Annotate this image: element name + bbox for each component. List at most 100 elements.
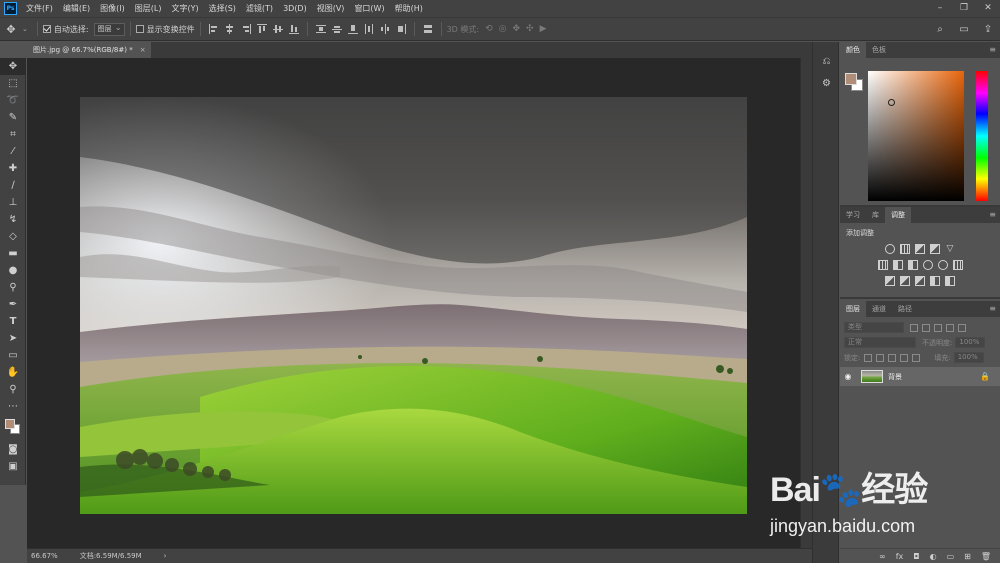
layer-filter-select[interactable]: 类型: [844, 322, 904, 333]
zoom-tool-icon[interactable]: ⚲: [0, 381, 26, 398]
chevron-down-icon[interactable]: ⌄: [22, 25, 28, 33]
move-tool-icon[interactable]: ✥: [0, 58, 26, 75]
align-hcenter-icon[interactable]: [225, 24, 235, 34]
move-tool-preset-icon[interactable]: ✥: [0, 23, 22, 36]
trash-icon[interactable]: 🗑: [981, 552, 991, 561]
menu-type[interactable]: 文字(Y): [166, 3, 203, 14]
menu-image[interactable]: 图像(I): [95, 3, 130, 14]
filter-type-icon[interactable]: [934, 323, 942, 332]
history-panel-icon[interactable]: ⎌: [813, 50, 840, 72]
menu-window[interactable]: 窗口(W): [349, 3, 389, 14]
align-right-icon[interactable]: [241, 24, 251, 34]
menu-help[interactable]: 帮助(H): [390, 3, 428, 14]
filter-shape-icon[interactable]: [946, 323, 954, 332]
menu-filter[interactable]: 滤镜(T): [241, 3, 278, 14]
invert-icon[interactable]: [885, 276, 895, 286]
close-tab-icon[interactable]: ×: [140, 46, 146, 54]
lock-position-icon[interactable]: [888, 353, 897, 362]
posterize-icon[interactable]: [900, 276, 910, 286]
fill-input[interactable]: 100%: [953, 352, 984, 363]
rectangle-tool-icon[interactable]: ▭: [0, 347, 26, 364]
tab-libraries[interactable]: 库: [866, 207, 885, 223]
auto-select-target-select[interactable]: 图层: [93, 22, 125, 36]
quick-mask-icon[interactable]: ◙: [0, 441, 26, 458]
distribute-top-icon[interactable]: [315, 24, 326, 34]
workspace-icon[interactable]: ▭: [952, 24, 976, 35]
add-mask-icon[interactable]: ◘: [913, 552, 919, 561]
opacity-input[interactable]: 100%: [955, 337, 986, 348]
color-lookup-icon[interactable]: [952, 260, 963, 270]
photo-filter-icon[interactable]: [922, 260, 933, 270]
levels-icon[interactable]: [900, 244, 910, 254]
auto-select-checkbox[interactable]: [42, 25, 51, 33]
path-selection-tool-icon[interactable]: ➤: [0, 330, 26, 347]
panel-menu-icon[interactable]: ≡: [989, 42, 996, 58]
panel-foreground-swatch[interactable]: [845, 73, 857, 85]
lock-transparent-icon[interactable]: [864, 353, 873, 362]
new-layer-icon[interactable]: ⊞: [964, 552, 971, 561]
curves-icon[interactable]: [915, 244, 925, 254]
3d-pan-icon[interactable]: ✥: [512, 24, 520, 34]
landscape-image[interactable]: [80, 97, 747, 514]
align-left-icon[interactable]: [208, 24, 219, 34]
menu-edit[interactable]: 编辑(E): [58, 3, 95, 14]
brush-tool-icon[interactable]: ∕: [0, 177, 26, 194]
document-tab[interactable]: 图片.jpg @ 66.7%(RGB/8#) * ×: [27, 42, 151, 58]
black-white-icon[interactable]: [907, 260, 918, 270]
share-icon[interactable]: ⇪: [976, 24, 1000, 35]
menu-file[interactable]: 文件(F): [21, 3, 58, 14]
blur-tool-icon[interactable]: ●: [0, 262, 26, 279]
auto-align-icon[interactable]: [423, 24, 433, 34]
pen-tool-icon[interactable]: ✒: [0, 296, 26, 313]
lock-artboard-icon[interactable]: [900, 353, 909, 362]
search-icon[interactable]: ⌕: [928, 24, 952, 35]
visibility-eye-icon[interactable]: ◉: [840, 372, 856, 381]
fx-icon[interactable]: fx: [896, 552, 904, 561]
threshold-icon[interactable]: [915, 276, 925, 286]
color-balance-icon[interactable]: [892, 260, 903, 270]
minimize-button[interactable]: –: [928, 0, 952, 17]
crop-tool-icon[interactable]: ⌗: [0, 126, 26, 143]
color-picker-field[interactable]: [868, 71, 964, 201]
exposure-icon[interactable]: [930, 244, 940, 254]
gradient-map-icon[interactable]: [945, 276, 955, 286]
menu-3d[interactable]: 3D(D): [278, 4, 312, 13]
restore-button[interactable]: ❐: [952, 0, 976, 17]
menu-view[interactable]: 视图(V): [312, 3, 350, 14]
hue-saturation-icon[interactable]: [877, 260, 888, 270]
photoshop-logo[interactable]: Ps: [4, 2, 17, 15]
brightness-icon[interactable]: [885, 244, 895, 254]
dodge-tool-icon[interactable]: ⚲: [0, 279, 26, 296]
panel-menu-icon[interactable]: ≡: [989, 207, 996, 223]
filter-smart-object-icon[interactable]: [958, 323, 966, 332]
3d-rotate-icon[interactable]: ⟲: [485, 24, 493, 34]
channel-mixer-icon[interactable]: [937, 260, 948, 270]
lock-image-icon[interactable]: [876, 353, 885, 362]
lock-all-icon[interactable]: [912, 353, 921, 362]
filter-adjustment-icon[interactable]: [922, 323, 930, 332]
tab-learn[interactable]: 学习: [840, 207, 866, 223]
align-top-icon[interactable]: [256, 24, 267, 34]
color-picker-marker[interactable]: [888, 99, 895, 106]
marquee-tool-icon[interactable]: ⬚: [0, 75, 26, 92]
close-window-button[interactable]: ✕: [976, 0, 1000, 17]
menu-layer[interactable]: 图层(L): [130, 3, 167, 14]
menu-select[interactable]: 选择(S): [204, 3, 241, 14]
3d-roll-icon[interactable]: ◎: [499, 24, 507, 34]
tab-color[interactable]: 颜色: [840, 42, 866, 58]
hand-tool-icon[interactable]: ✋: [0, 364, 26, 381]
properties-panel-icon[interactable]: ⚙: [813, 72, 840, 94]
filter-pixel-icon[interactable]: [910, 323, 918, 332]
distribute-bottom-icon[interactable]: [347, 24, 358, 34]
eyedropper-tool-icon[interactable]: ⁄: [0, 143, 26, 160]
align-vcenter-icon[interactable]: [272, 24, 283, 34]
gradient-tool-icon[interactable]: ▬: [0, 245, 26, 262]
layer-row-background[interactable]: ◉ 背景 🔒: [840, 367, 1000, 386]
distribute-hcenter-icon[interactable]: [380, 24, 390, 34]
zoom-level[interactable]: 66.67%: [31, 552, 58, 560]
3d-slide-icon[interactable]: ✣: [526, 24, 534, 34]
tab-channels[interactable]: 通道: [866, 301, 892, 317]
lasso-tool-icon[interactable]: ➰: [0, 92, 26, 109]
history-brush-tool-icon[interactable]: ↯: [0, 211, 26, 228]
healing-brush-tool-icon[interactable]: ✚: [0, 160, 26, 177]
